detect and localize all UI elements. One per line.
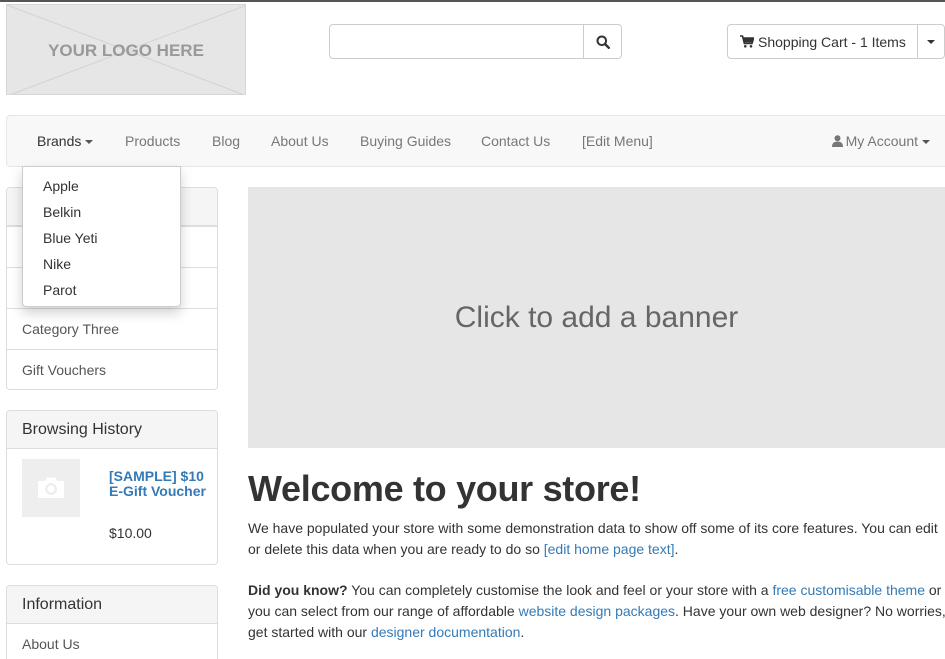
did-you-know-label: Did you know? — [248, 582, 348, 598]
nav-item-brands[interactable]: Brands — [37, 116, 94, 166]
search-box — [329, 24, 622, 59]
dyk-text-1: You can completely customise the look an… — [347, 582, 773, 598]
my-account-menu[interactable]: My Account — [831, 116, 930, 166]
browsing-history-title: Browsing History — [7, 411, 217, 449]
brands-dropdown-menu: Apple Belkin Blue Yeti Nike Parot — [22, 166, 181, 307]
category-item-three[interactable]: Category Three — [7, 308, 217, 349]
information-title: Information — [7, 586, 217, 624]
designer-documentation-link[interactable]: designer documentation — [371, 624, 520, 640]
browsing-history-panel: Browsing History [SAMPLE] $10 E-Gift Vou… — [6, 410, 218, 565]
shopping-cart-button-group: Shopping Cart - 1 Items — [727, 24, 945, 59]
info-link-about-us[interactable]: About Us — [7, 624, 217, 659]
user-icon — [831, 135, 843, 147]
nav-item-about-us[interactable]: About Us — [271, 116, 329, 166]
intro-paragraph: We have populated your store with some d… — [248, 518, 945, 560]
chevron-down-icon — [922, 140, 930, 145]
chevron-down-icon — [927, 39, 935, 44]
logo-text: YOUR LOGO HERE — [48, 41, 204, 60]
shopping-cart-label: Shopping Cart - 1 Items — [758, 33, 906, 50]
nav-item-products[interactable]: Products — [125, 116, 180, 166]
cart-dropdown-toggle[interactable] — [917, 25, 944, 58]
my-account-label: My Account — [845, 133, 918, 149]
history-item: [SAMPLE] $10 E-Gift Voucher $10.00 — [7, 449, 217, 563]
shopping-cart-icon — [740, 35, 754, 48]
page-title: Welcome to your store! — [248, 468, 641, 509]
dropdown-item-nike[interactable]: Nike — [23, 251, 180, 277]
history-product-link[interactable]: [SAMPLE] $10 E-Gift Voucher — [109, 469, 209, 499]
shopping-cart-button[interactable]: Shopping Cart - 1 Items — [728, 25, 917, 58]
did-you-know-paragraph: Did you know? You can completely customi… — [248, 580, 945, 643]
free-theme-link[interactable]: free customisable theme — [772, 582, 925, 598]
banner-placeholder[interactable]: Click to add a banner — [248, 187, 945, 448]
nav-brands-label: Brands — [37, 133, 82, 149]
nav-item-buying-guides[interactable]: Buying Guides — [360, 116, 451, 166]
dropdown-item-blue-yeti[interactable]: Blue Yeti — [23, 225, 180, 251]
search-button[interactable] — [583, 25, 621, 58]
search-input[interactable] — [330, 25, 583, 58]
dropdown-item-belkin[interactable]: Belkin — [23, 199, 180, 225]
nav-item-contact-us[interactable]: Contact Us — [481, 116, 550, 166]
chevron-down-icon — [85, 140, 94, 145]
product-thumbnail[interactable] — [22, 459, 80, 517]
dyk-text-4: . — [520, 624, 525, 640]
history-product-price: $10.00 — [109, 525, 152, 541]
search-icon — [596, 35, 610, 49]
nav-item-edit-menu[interactable]: [Edit Menu] — [582, 116, 653, 166]
information-panel: Information About Us — [6, 585, 218, 659]
nav-item-blog[interactable]: Blog — [212, 116, 240, 166]
dropdown-item-apple[interactable]: Apple — [23, 173, 180, 199]
store-logo[interactable]: YOUR LOGO HERE — [6, 4, 246, 95]
category-item-gift-vouchers[interactable]: Gift Vouchers — [7, 349, 217, 389]
edit-home-page-link[interactable]: [edit home page text] — [544, 541, 675, 557]
camera-icon — [38, 477, 64, 498]
main-navbar: Brands Products Blog About Us Buying Gui… — [6, 115, 945, 167]
design-packages-link[interactable]: website design packages — [519, 603, 675, 619]
dropdown-item-parot[interactable]: Parot — [23, 277, 180, 303]
intro-period: . — [674, 541, 679, 557]
